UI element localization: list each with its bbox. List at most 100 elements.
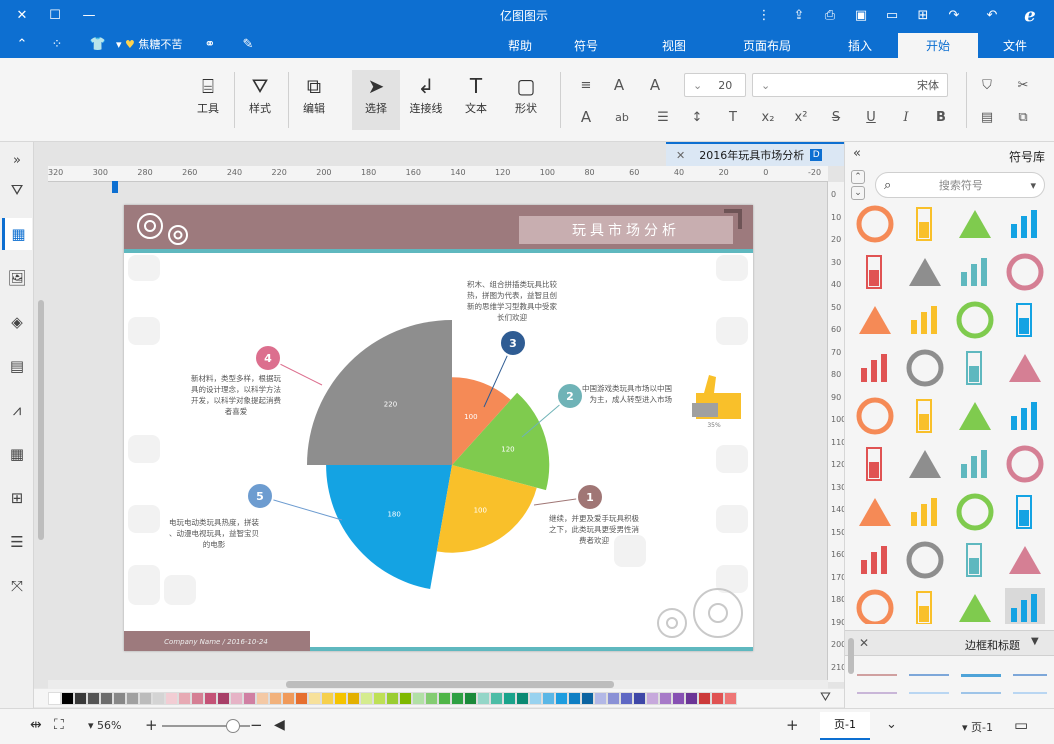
symbol-item[interactable] <box>855 204 895 244</box>
close-tab-icon[interactable]: ✕ <box>676 149 685 162</box>
connector-button[interactable]: ↲ 连接线 <box>406 72 446 116</box>
tool-button[interactable]: ⌸ 工具 <box>192 72 224 116</box>
apps-icon[interactable]: ⁘ <box>45 32 69 56</box>
symbol-item[interactable] <box>1005 348 1045 388</box>
symbol-item[interactable] <box>1005 252 1045 292</box>
paste-icon[interactable]: ▤ <box>976 106 998 128</box>
color-swatch[interactable] <box>607 692 620 705</box>
zoom-slider-thumb[interactable] <box>226 719 240 733</box>
redo-icon[interactable]: ↷ <box>942 0 966 30</box>
new-icon[interactable]: ⊞ <box>911 0 935 30</box>
subscript-button[interactable]: x₂ <box>757 106 779 128</box>
format-painter-icon[interactable]: ⛉ <box>976 74 998 96</box>
color-swatch[interactable] <box>464 692 477 705</box>
color-swatch[interactable] <box>438 692 451 705</box>
dropdown-icon[interactable]: ▾ <box>1030 179 1036 192</box>
color-swatch[interactable] <box>191 692 204 705</box>
color-swatch[interactable] <box>61 692 74 705</box>
zoom-out-icon[interactable]: − <box>250 716 263 734</box>
undo-icon[interactable]: ↶ <box>980 0 1004 30</box>
image-icon[interactable]: 🖼 <box>5 266 29 290</box>
symbol-item[interactable] <box>955 348 995 388</box>
select-button[interactable]: ➤ 选择 <box>352 70 400 130</box>
font-size-select[interactable]: ⌄ 20 <box>684 73 746 97</box>
symbol-item[interactable] <box>1005 588 1045 624</box>
color-swatch[interactable] <box>217 692 230 705</box>
save-icon[interactable]: ▣ <box>849 0 873 30</box>
color-swatch[interactable] <box>425 692 438 705</box>
copy-icon[interactable]: ⧉ <box>1012 106 1034 128</box>
tab-start[interactable]: 开始 <box>898 33 978 58</box>
symbol-item[interactable] <box>855 252 895 292</box>
fit-icon[interactable]: ⤧ <box>5 574 29 598</box>
symbol-item[interactable] <box>905 348 945 388</box>
symbol-item[interactable] <box>1005 540 1045 580</box>
color-swatch[interactable] <box>243 692 256 705</box>
color-swatch[interactable] <box>373 692 386 705</box>
font-color-button[interactable]: A <box>575 106 597 128</box>
section-expand-icon[interactable]: ▼ <box>1031 636 1039 647</box>
strikethrough-button[interactable]: S <box>825 106 847 128</box>
color-swatch[interactable] <box>711 692 724 705</box>
play-icon[interactable]: ◀ <box>274 717 285 733</box>
color-swatch[interactable] <box>139 692 152 705</box>
increase-font-button[interactable]: A <box>644 74 666 96</box>
symbol-item[interactable] <box>955 252 995 292</box>
symbol-item[interactable] <box>1005 300 1045 340</box>
tab-help[interactable]: 帮助 <box>500 33 540 58</box>
fullscreen-icon[interactable]: ⛶ <box>54 717 64 733</box>
color-swatch[interactable] <box>152 692 165 705</box>
zoom-in-icon[interactable]: + <box>145 716 158 734</box>
symbol-item[interactable] <box>905 540 945 580</box>
symbol-item[interactable] <box>855 300 895 340</box>
tab-insert[interactable]: 插入 <box>840 33 880 58</box>
org-chart-icon[interactable]: ⊞ <box>5 486 29 510</box>
tab-page-layout[interactable]: 页面布局 <box>737 33 797 58</box>
symbol-item[interactable] <box>855 540 895 580</box>
collapse-panel-icon[interactable]: « <box>853 146 861 161</box>
expand-panel-icon[interactable]: » <box>5 148 29 172</box>
layers-icon[interactable]: ◈ <box>5 310 29 334</box>
page-tab[interactable]: 页-1 <box>820 712 870 740</box>
text-button[interactable]: T 文本 <box>458 72 494 116</box>
symbol-item[interactable] <box>955 540 995 580</box>
shape-button[interactable]: ▢ 形状 <box>508 72 544 116</box>
symbol-item[interactable] <box>905 252 945 292</box>
fill-bucket-icon[interactable]: ⛛ <box>820 690 831 705</box>
page-menu-icon[interactable]: ⌄ <box>886 717 897 732</box>
chart-icon[interactable]: ⩘ <box>5 398 29 422</box>
minimize-icon[interactable]: — <box>77 0 101 30</box>
color-swatch[interactable] <box>685 692 698 705</box>
color-swatch[interactable] <box>529 692 542 705</box>
close-section-icon[interactable]: ✕ <box>859 636 869 650</box>
color-swatch[interactable] <box>646 692 659 705</box>
color-swatch[interactable] <box>165 692 178 705</box>
symbol-item[interactable] <box>855 348 895 388</box>
scroll-down-button[interactable]: ⌄ <box>851 186 865 200</box>
superscript-button[interactable]: x² <box>790 106 812 128</box>
color-swatch[interactable] <box>308 692 321 705</box>
tab-view[interactable]: 视图 <box>654 33 694 58</box>
cut-icon[interactable]: ✂ <box>1012 74 1034 96</box>
color-swatch[interactable] <box>230 692 243 705</box>
symbol-item[interactable] <box>1005 444 1045 484</box>
horizontal-scroll-thumb[interactable] <box>286 681 614 688</box>
document-tab[interactable]: ✕ 2016年玩具市场分析 D <box>666 142 844 166</box>
format-icon[interactable]: ☰ <box>5 530 29 554</box>
style-button[interactable]: ⛛ 样式 <box>244 72 276 116</box>
open-icon[interactable]: ▭ <box>880 0 904 30</box>
symbol-item[interactable] <box>905 300 945 340</box>
color-swatch[interactable] <box>516 692 529 705</box>
color-swatch[interactable] <box>100 692 113 705</box>
color-swatch[interactable] <box>256 692 269 705</box>
symbol-item[interactable] <box>1005 396 1045 436</box>
symbol-item[interactable] <box>955 492 995 532</box>
symbol-item[interactable] <box>855 588 895 624</box>
scroll-up-button[interactable]: ⌃ <box>851 170 865 184</box>
symbol-item[interactable] <box>905 204 945 244</box>
color-swatch[interactable] <box>477 692 490 705</box>
color-swatch[interactable] <box>672 692 685 705</box>
decrease-font-button[interactable]: A <box>608 74 630 96</box>
add-page-icon[interactable]: + <box>786 716 799 734</box>
symbol-item[interactable] <box>855 396 895 436</box>
